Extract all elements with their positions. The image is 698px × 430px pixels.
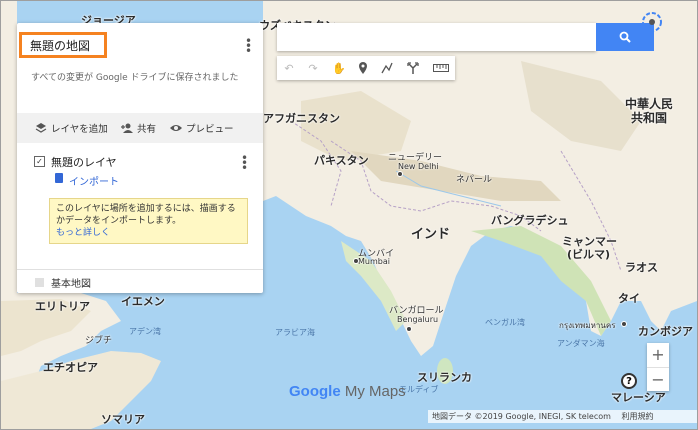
save-status: すべての変更が Google ドライブに保存されました [31,73,239,83]
map-label-djibouti: ジブチ [85,336,113,346]
map-label-bangkok: กรุงเทพมหานคร [559,321,616,330]
layer-tip: このレイヤに場所を追加するには、描画するかデータをインポートします。 もっと詳し… [49,198,248,244]
map-label-gulf-of-aden: アデン湾 [129,327,161,336]
preview-button[interactable]: プレビュー [186,121,234,135]
map-label-arabian-sea: アラビア海 [275,328,315,337]
map-options-kebab-icon[interactable]: • • • [245,35,252,57]
add-layer-button[interactable]: レイヤを追加 [51,121,108,135]
layer-visibility-checkbox[interactable]: ✓ [34,156,45,167]
map-tools-bar: ↶ ↷ ✋ [277,56,455,80]
map-attribution: 地図データ ©2019 Google, INEGI, SK telecom 利用… [428,410,697,423]
draw-line-icon[interactable] [375,56,399,80]
map-label-eritrea: エリトリア [35,300,90,313]
map-label-mumbai-en: Mumbai [358,257,390,266]
map-side-panel: 無題の地図 • • • すべての変更が Google ドライブに保存されました レイ… [17,23,263,293]
map-label-nepal: ネパール [456,175,493,185]
basemap-row[interactable]: 基本地図 [17,269,263,294]
layer-name[interactable]: 無題のレイヤ [51,154,117,170]
directions-icon[interactable] [401,56,425,80]
import-file-icon [55,173,63,183]
search-icon [619,31,631,43]
map-label-somalia: ソマリア [101,413,145,426]
layer-tip-text: このレイヤに場所を追加するには、描画するかデータをインポートします。 [56,204,236,226]
map-label-china-2: 共和国 [631,111,668,125]
map-label-india: インド [411,227,451,242]
google-my-maps-logo: Google My Maps [289,383,406,400]
mymaps-wordmark: My Maps [340,383,406,400]
attribution-text: 地図データ ©2019 Google, INEGI, SK telecom [432,412,611,421]
map-label-bengaluru-en: Bengaluru [397,315,439,324]
eye-icon [170,125,182,131]
map-label-cambodia: カンボジア [638,325,693,338]
add-person-icon [121,123,133,133]
basemap-label: 基本地図 [51,279,91,290]
layer-toolbar: レイヤを追加 共有 プレビュー [17,113,263,143]
add-marker-icon[interactable] [351,56,375,80]
bengaluru-marker [406,326,412,332]
layer-options-kebab-icon[interactable]: • • • [241,152,248,174]
search-input[interactable] [277,23,596,51]
map-title[interactable]: 無題の地図 [30,37,90,54]
new-delhi-marker [397,171,403,177]
map-label-afghanistan: アフガニスタン [263,112,340,125]
google-wordmark: Google [289,383,341,400]
map-label-sri-lanka: スリランカ [417,371,472,384]
map-label-myanmar-2: (ビルマ) [567,248,611,261]
zoom-control: + − [647,343,669,391]
map-label-thailand: タイ [618,292,640,305]
redo-icon[interactable]: ↷ [301,56,325,80]
layers-icon [35,123,47,133]
share-button[interactable]: 共有 [137,121,156,135]
map-label-new-delhi-en: New Delhi [398,162,439,171]
import-link[interactable]: インポート [69,173,119,188]
learn-more-link[interactable]: もっと詳しく [56,228,110,238]
undo-icon[interactable]: ↶ [277,56,301,80]
map-label-laos: ラオス [625,261,658,274]
map-label-andaman-sea: アンダマン海 [557,339,605,348]
basemap-expand-icon[interactable] [35,278,44,287]
help-button[interactable]: ? [621,373,637,389]
measure-ruler-icon[interactable] [429,56,453,80]
hand-pan-icon[interactable]: ✋ [327,56,351,80]
map-label-yemen: イエメン [121,295,165,308]
map-frame: ジョージア ウズベキスタン アフガニスタン パキスタン ニューデリー New D… [0,0,698,430]
map-label-pakistan: パキスタン [314,154,369,167]
map-label-bay-of-bengal: ベンガル湾 [485,318,525,327]
map-label-bangladesh: バングラデシュ [491,214,569,227]
bangkok-marker [621,321,627,327]
terms-link[interactable]: 利用規約 [622,412,654,421]
apps-grid-icon[interactable] [641,11,663,33]
map-label-ethiopia: エチオピア [43,361,98,374]
zoom-out-button[interactable]: − [647,367,669,392]
mumbai-marker [353,258,359,264]
zoom-in-button[interactable]: + [647,343,669,367]
